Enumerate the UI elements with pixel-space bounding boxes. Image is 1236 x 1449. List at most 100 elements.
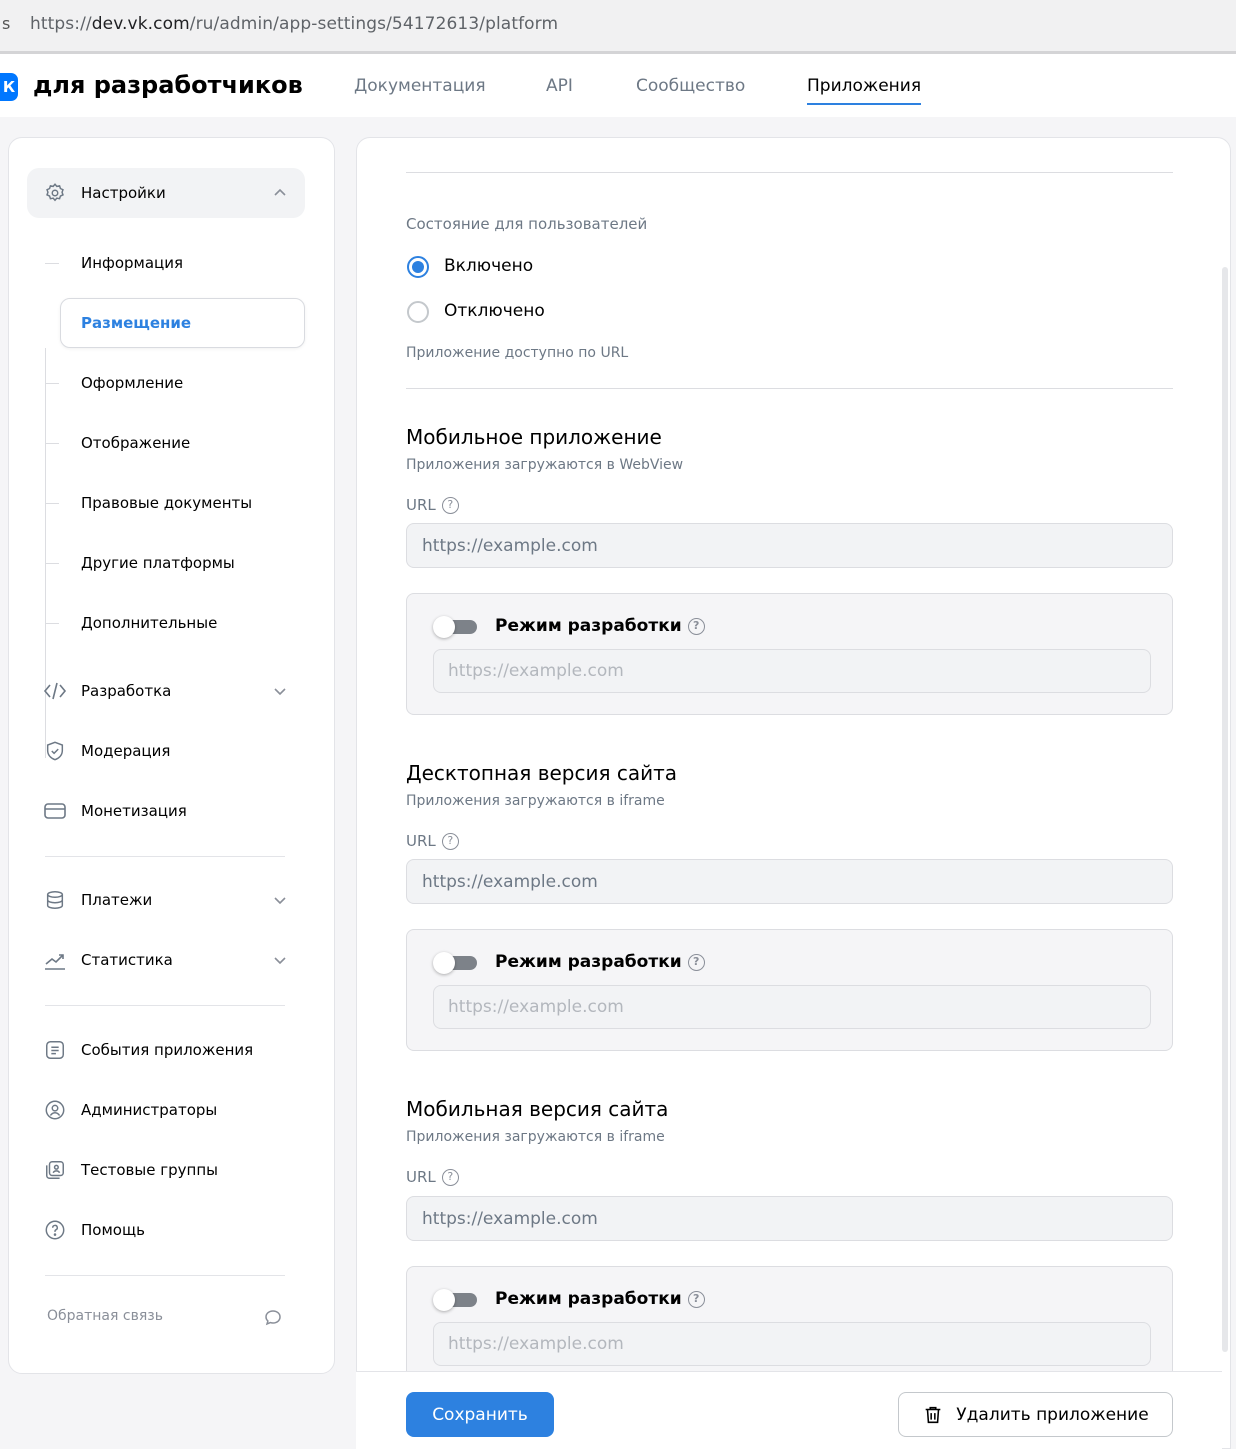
tree-tick: [45, 502, 59, 504]
help-icon[interactable]: ?: [687, 617, 705, 635]
sidebar-item-label: Платежи: [81, 891, 153, 909]
sidebar-divider: [45, 1275, 285, 1276]
vk-logo-icon[interactable]: К: [0, 73, 18, 101]
url-label: URL?: [406, 832, 459, 850]
url-label: URL?: [406, 1168, 459, 1186]
sidebar: Настройки Информация Размещение Оформлен…: [8, 137, 335, 1374]
mobile-site-url-input[interactable]: [406, 1196, 1173, 1241]
sidebar-subitem-legal[interactable]: Правовые документы: [45, 478, 305, 528]
url-text[interactable]: https://dev.vk.com/ru/admin/app-settings…: [30, 14, 558, 34]
sidebar-subitem-label: Отображение: [81, 434, 191, 452]
sidebar-subitem-additional[interactable]: Дополнительные: [45, 598, 305, 648]
chevron-down-icon: [271, 891, 289, 909]
browser-url-bar[interactable]: s https://dev.vk.com/ru/admin/app-settin…: [0, 0, 1236, 54]
sidebar-subitem-info[interactable]: Информация: [45, 238, 305, 288]
card-icon: [43, 799, 67, 823]
sidebar-subitem-other-platforms[interactable]: Другие платформы: [45, 538, 305, 588]
sidebar-divider: [45, 856, 285, 857]
sidebar-subitem-design[interactable]: Оформление: [45, 358, 305, 408]
sidebar-subitem-display[interactable]: Отображение: [45, 418, 305, 468]
sidebar-item-test-groups[interactable]: Тестовые группы: [27, 1145, 305, 1195]
mobile-app-url-input[interactable]: [406, 523, 1173, 568]
dev-mode-label: Режим разработки?: [495, 616, 705, 636]
sidebar-item-settings[interactable]: Настройки: [27, 168, 305, 218]
tree-tick: [45, 382, 59, 384]
nav-link-api[interactable]: API: [546, 76, 573, 96]
sidebar-item-label: Статистика: [81, 951, 173, 969]
sidebar-item-statistics[interactable]: Статистика: [27, 935, 305, 985]
sidebar-subitem-placement[interactable]: Размещение: [60, 298, 305, 348]
chevron-down-icon: [271, 951, 289, 969]
site-info-icon[interactable]: s: [2, 14, 10, 33]
feedback-link[interactable]: Обратная связь: [47, 1308, 163, 1324]
url-label: URL?: [406, 496, 459, 514]
sidebar-divider: [45, 1005, 285, 1006]
radio-disabled-label[interactable]: Отключено: [444, 301, 545, 321]
scrollbar[interactable]: [1222, 267, 1228, 1352]
url-label-text: URL: [406, 832, 436, 850]
delete-app-label: Удалить приложение: [956, 1404, 1149, 1425]
section-title-mobile-site: Мобильная версия сайта: [406, 1097, 669, 1121]
sidebar-item-development[interactable]: Разработка: [27, 666, 305, 716]
sidebar-subitem-label: Правовые документы: [81, 494, 253, 512]
help-icon[interactable]: ?: [687, 953, 705, 971]
tree-tick: [45, 562, 59, 564]
dev-mode-url-input[interactable]: [433, 985, 1151, 1029]
toggle-knob: [433, 1289, 455, 1311]
dev-mode-box: Режим разработки?: [406, 593, 1173, 715]
sidebar-item-label: Администраторы: [81, 1101, 218, 1119]
nav-link-community[interactable]: Сообщество: [636, 76, 745, 96]
chart-icon: [43, 948, 67, 972]
chat-bubble-icon[interactable]: [263, 1308, 283, 1328]
desktop-site-url-input[interactable]: [406, 859, 1173, 904]
brand-title[interactable]: для разработчиков: [33, 71, 303, 99]
dev-mode-toggle[interactable]: [433, 616, 477, 638]
delete-app-button[interactable]: Удалить приложение: [898, 1392, 1173, 1437]
help-icon[interactable]: ?: [441, 497, 459, 514]
chevron-down-icon: [271, 682, 289, 700]
sidebar-item-label: События приложения: [81, 1041, 254, 1059]
save-button[interactable]: Сохранить: [406, 1392, 554, 1437]
help-icon[interactable]: ?: [441, 833, 459, 850]
dev-mode-box: Режим разработки?: [406, 929, 1173, 1051]
section-subtitle: Приложения загружаются в iframe: [406, 1129, 665, 1145]
help-icon[interactable]: ?: [687, 1290, 705, 1308]
sidebar-item-monetization[interactable]: Монетизация: [27, 786, 305, 836]
sidebar-item-label: Разработка: [81, 682, 172, 700]
shield-check-icon: [43, 739, 67, 763]
tree-tick: [45, 442, 59, 444]
sidebar-item-admins[interactable]: Администраторы: [27, 1085, 305, 1135]
state-title: Состояние для пользователей: [406, 215, 648, 233]
sidebar-item-payments[interactable]: Платежи: [27, 875, 305, 925]
toggle-knob: [433, 616, 455, 638]
dev-mode-toggle[interactable]: [433, 1289, 477, 1311]
question-icon: [43, 1218, 67, 1242]
nav-link-apps[interactable]: Приложения: [807, 76, 922, 105]
user-circle-icon: [43, 1098, 67, 1122]
code-icon: [43, 679, 67, 703]
sidebar-item-moderation[interactable]: Модерация: [27, 726, 305, 776]
dev-mode-label-text: Режим разработки: [495, 616, 682, 636]
sidebar-item-help[interactable]: Помощь: [27, 1205, 305, 1255]
section-title-mobile-app: Мобильное приложение: [406, 425, 662, 449]
dev-mode-box: Режим разработки?: [406, 1266, 1173, 1388]
help-icon[interactable]: ?: [441, 1169, 459, 1186]
radio-enabled-label[interactable]: Включено: [444, 256, 533, 276]
dev-mode-label: Режим разработки?: [495, 1289, 705, 1309]
dev-mode-url-input[interactable]: [433, 1322, 1151, 1366]
nav-link-documentation[interactable]: Документация: [354, 76, 486, 96]
section-title-desktop-site: Десктопная версия сайта: [406, 761, 678, 785]
tree-tick: [45, 262, 59, 264]
section-subtitle: Приложения загружаются в WebView: [406, 457, 684, 473]
dev-mode-toggle[interactable]: [433, 952, 477, 974]
sidebar-item-label: Тестовые группы: [81, 1161, 218, 1179]
dev-mode-url-input[interactable]: [433, 649, 1151, 693]
sidebar-item-app-events[interactable]: События приложения: [27, 1025, 305, 1075]
sidebar-item-label: Модерация: [81, 742, 171, 760]
url-scheme: https://: [30, 14, 92, 34]
radio-disabled[interactable]: [407, 301, 429, 323]
list-icon: [43, 1038, 67, 1062]
trash-icon: [922, 1404, 944, 1426]
radio-enabled[interactable]: [407, 256, 429, 278]
section-subtitle: Приложения загружаются в iframe: [406, 793, 665, 809]
